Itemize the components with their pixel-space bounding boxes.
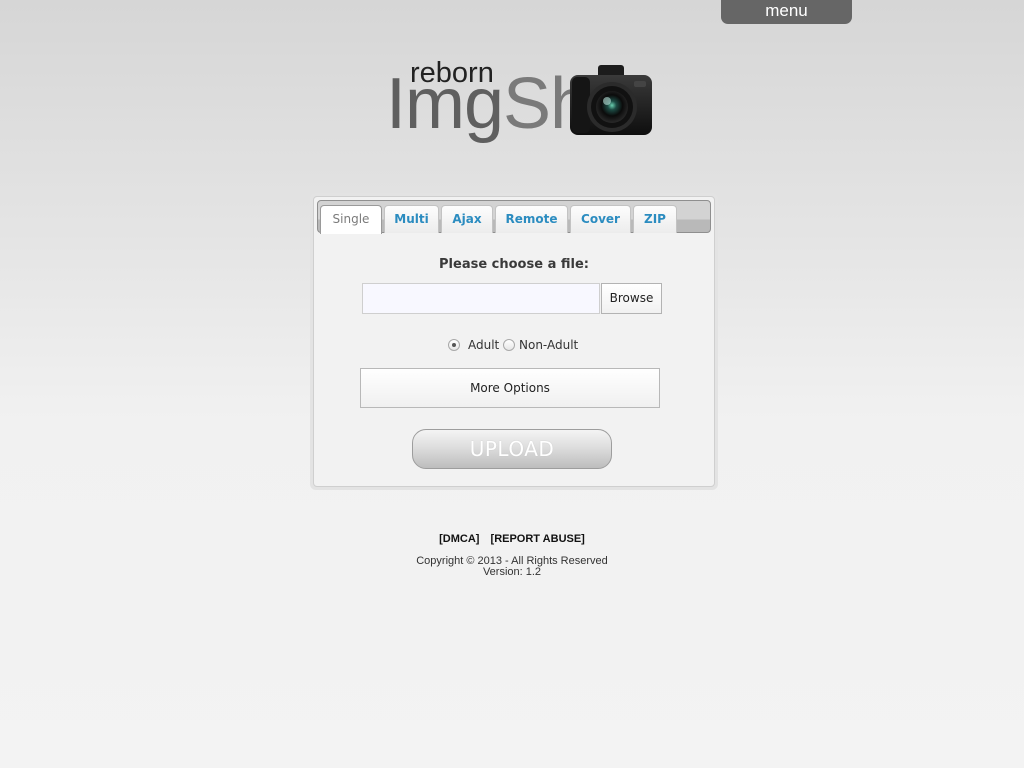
tab-multi[interactable]: Multi — [384, 205, 439, 233]
upload-panel: Single Multi Ajax Remote Cover ZIP Pleas… — [310, 193, 718, 490]
report-abuse-link[interactable]: [REPORT ABUSE] — [491, 533, 585, 545]
logo-reborn-text: reborn — [410, 57, 494, 89]
menu-button-label: menu — [765, 1, 808, 20]
copyright-block: Copyright © 2013 - All Rights Reserved V… — [0, 556, 1024, 578]
choose-file-label: Please choose a file: — [439, 257, 589, 272]
site-logo[interactable]: ImgSh t reborn — [386, 58, 658, 148]
tab-cover[interactable]: Cover — [570, 205, 631, 233]
radio-adult[interactable] — [448, 339, 460, 351]
radio-non-adult[interactable] — [503, 339, 515, 351]
tab-ajax[interactable]: Ajax — [441, 205, 493, 233]
radio-adult-label: Adult — [468, 338, 500, 352]
version-text: Version: 1.2 — [482, 566, 542, 578]
radio-non-adult-label: Non-Adult — [519, 338, 579, 352]
footer-links: [DMCA] [REPORT ABUSE] — [0, 533, 1024, 545]
menu-button[interactable]: menu — [721, 0, 852, 24]
file-path-input[interactable] — [362, 283, 600, 314]
dmca-link[interactable]: [DMCA] — [439, 533, 479, 545]
browse-button[interactable]: Browse — [601, 283, 662, 314]
tab-zip[interactable]: ZIP — [633, 205, 677, 233]
tab-bar: Single Multi Ajax Remote Cover ZIP — [317, 200, 711, 234]
upload-button[interactable]: UPLOAD — [412, 429, 612, 469]
content-rating-group: Adult Non-Adult — [314, 337, 714, 355]
tab-remote[interactable]: Remote — [495, 205, 568, 233]
tab-single[interactable]: Single — [320, 205, 382, 234]
more-options-button[interactable]: More Options — [360, 368, 660, 408]
upload-panel-inner: Single Multi Ajax Remote Cover ZIP Pleas… — [313, 196, 715, 487]
camera-icon — [570, 65, 652, 135]
